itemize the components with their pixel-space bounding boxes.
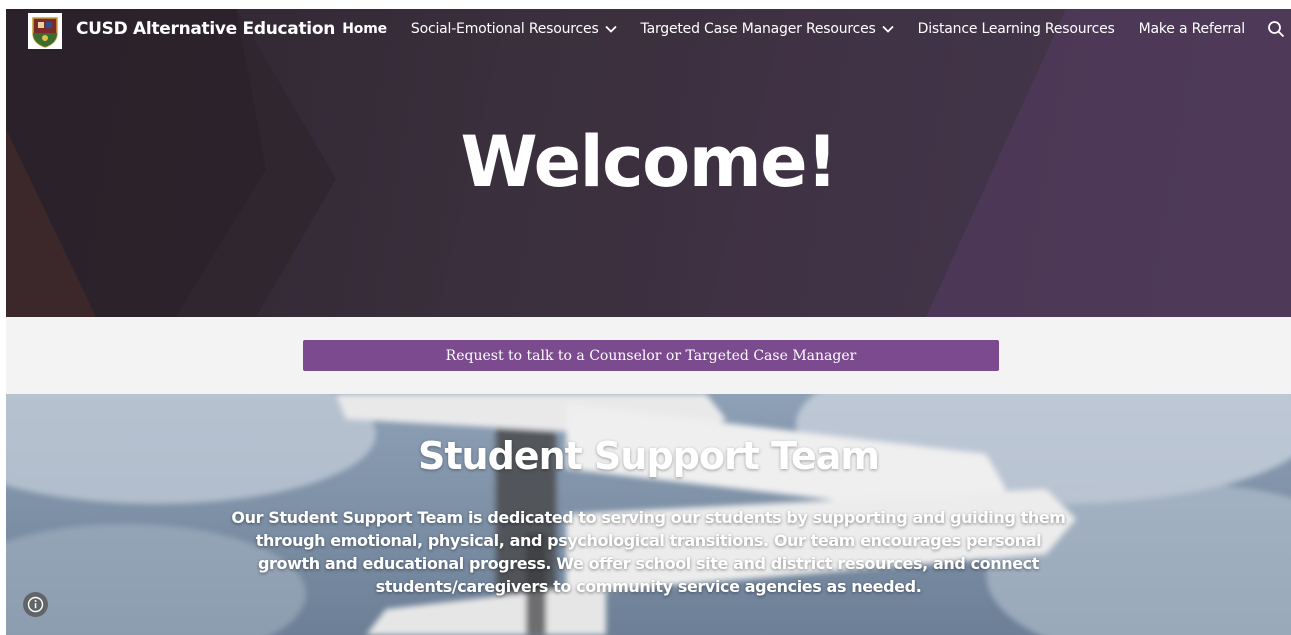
referral-band: Request to talk to a Counselor or Target… xyxy=(6,317,1291,394)
nav-item-make-a-referral[interactable]: Make a Referral xyxy=(1138,21,1246,37)
nav-item-social-emotional-resources[interactable]: Social-Emotional Resources xyxy=(411,21,617,37)
nav-item-distance-learning-resources[interactable]: Distance Learning Resources xyxy=(918,21,1115,37)
welcome-heading: Welcome! xyxy=(460,121,838,203)
site-title[interactable]: CUSD Alternative Education xyxy=(76,19,335,39)
support-team-heading: Student Support Team xyxy=(418,434,880,478)
nav-item-label: Targeted Case Manager Resources xyxy=(640,21,876,37)
nav-item-label: Home xyxy=(342,21,387,37)
school-crest-logo[interactable] xyxy=(28,13,62,49)
info-button[interactable] xyxy=(23,592,48,617)
top-navigation: CUSD Alternative Education Home Social-E… xyxy=(6,9,1291,55)
nav-item-home[interactable]: Home xyxy=(342,21,387,37)
chevron-down-icon xyxy=(604,25,617,33)
request-counselor-button[interactable]: Request to talk to a Counselor or Target… xyxy=(303,340,999,371)
support-team-description: Our Student Support Team is dedicated to… xyxy=(231,508,1066,596)
nav-item-targeted-case-manager-resources[interactable]: Targeted Case Manager Resources xyxy=(641,21,894,37)
chevron-down-icon xyxy=(882,25,894,33)
search-icon[interactable] xyxy=(1267,20,1285,38)
nav-item-label: Social-Emotional Resources xyxy=(410,21,599,37)
hero-banner: CUSD Alternative Education Home Social-E… xyxy=(6,9,1291,317)
nav-item-label: Distance Learning Resources xyxy=(917,21,1115,37)
nav-item-label: Make a Referral xyxy=(1138,21,1246,37)
info-icon xyxy=(27,596,44,613)
main-nav: Home Social-Emotional Resources Targeted… xyxy=(318,21,1245,37)
student-support-section: Student Support Team Our Student Support… xyxy=(6,394,1291,635)
